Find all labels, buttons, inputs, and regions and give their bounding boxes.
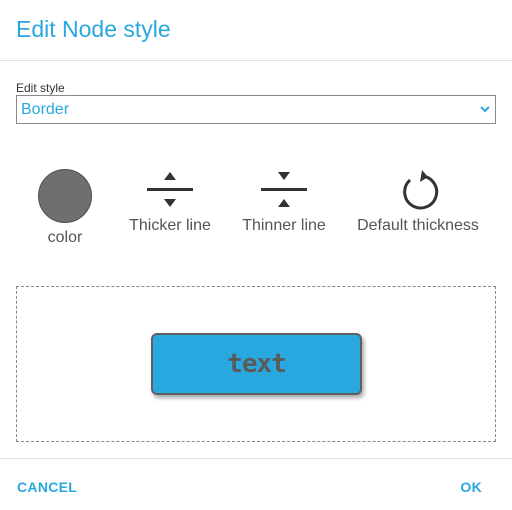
- default-thickness-button[interactable]: Default thickness: [352, 166, 484, 235]
- preview-node: text: [151, 333, 362, 395]
- reset-icon: [403, 170, 439, 210]
- dialog-title: Edit Node style: [16, 16, 171, 42]
- footer-divider: [0, 458, 512, 459]
- default-thickness-label: Default thickness: [357, 217, 479, 234]
- header-divider: [0, 60, 512, 61]
- thicker-line-icon: [147, 172, 193, 207]
- edit-style-selected-value: Border: [21, 101, 70, 118]
- color-label: color: [47, 229, 83, 246]
- cancel-button[interactable]: CANCEL: [17, 479, 77, 495]
- preview-node-text: text: [227, 349, 287, 379]
- edit-style-select[interactable]: Border: [16, 95, 496, 124]
- thinner-line-button[interactable]: Thinner line: [236, 166, 332, 235]
- color-swatch-icon: [38, 169, 92, 223]
- thinner-line-label: Thinner line: [242, 217, 326, 234]
- thinner-line-icon: [261, 172, 307, 207]
- chevron-down-icon: [480, 106, 490, 113]
- style-preview-area: text: [16, 286, 496, 442]
- ok-button[interactable]: OK: [460, 479, 482, 495]
- thicker-line-button[interactable]: Thicker line: [122, 166, 218, 235]
- edit-style-label: Edit style: [16, 81, 65, 95]
- thicker-line-label: Thicker line: [129, 217, 211, 234]
- color-button[interactable]: color: [30, 166, 100, 247]
